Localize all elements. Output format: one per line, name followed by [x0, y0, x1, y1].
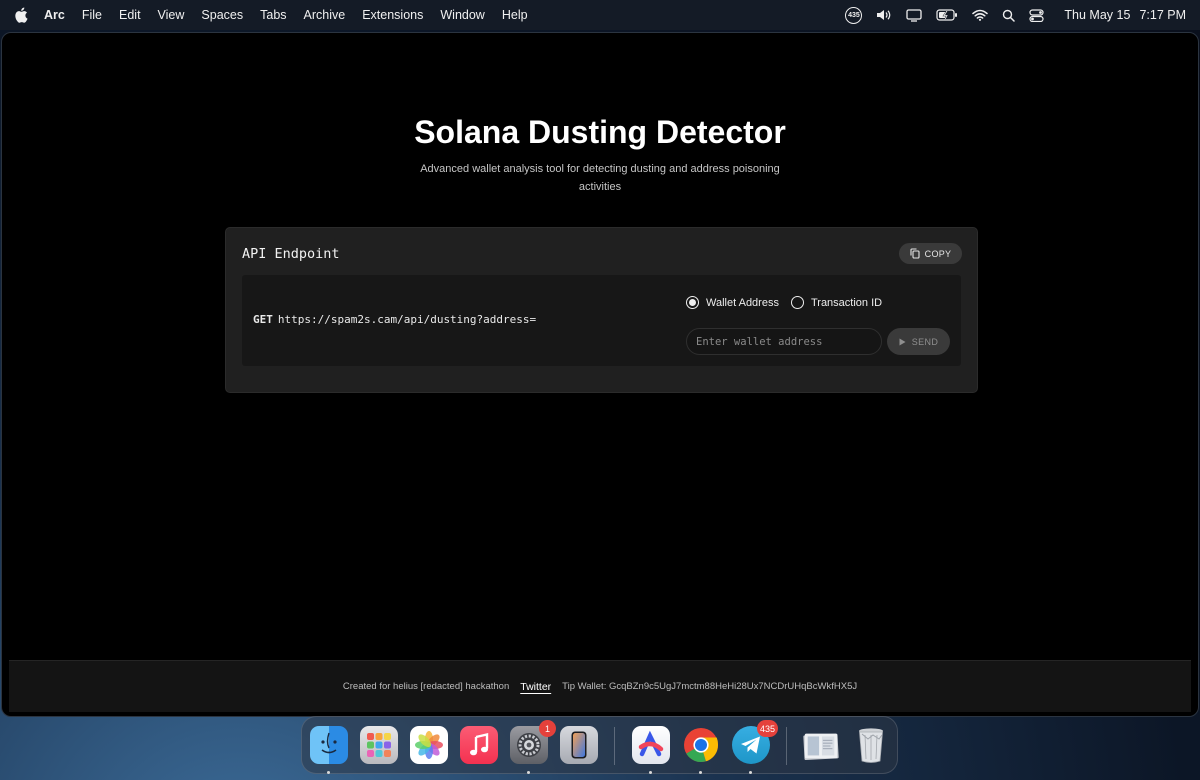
- chrome-running-dot: [699, 771, 702, 774]
- telegram-running-dot: [749, 771, 752, 774]
- copy-button-label: COPY: [924, 248, 952, 259]
- menu-app-name[interactable]: Arc: [44, 8, 65, 22]
- page-title: Solana Dusting Detector: [414, 114, 786, 150]
- footer-credit: Created for helius [redacted] hackathon: [342, 681, 510, 692]
- menu-bar-status: 435 Thu May 15 7:17 PM: [831, 6, 1200, 24]
- menu-bar: Arc File Edit View Spaces Tabs Archive E…: [0, 0, 1200, 30]
- menu-view[interactable]: View: [158, 8, 185, 22]
- menu-tabs[interactable]: Tabs: [260, 8, 286, 22]
- radio-wallet-address-label: Wallet Address: [706, 296, 779, 309]
- radio-selected-icon[interactable]: [686, 296, 699, 309]
- menu-help[interactable]: Help: [502, 8, 528, 22]
- trash-icon[interactable]: [852, 726, 890, 764]
- wifi-icon[interactable]: [972, 9, 989, 21]
- finder-icon[interactable]: [310, 726, 348, 764]
- menu-file[interactable]: File: [82, 8, 102, 22]
- notification-count-status[interactable]: 435: [845, 6, 863, 24]
- music-icon[interactable]: [460, 726, 498, 764]
- dock-separator: [786, 727, 787, 765]
- battery-icon[interactable]: [936, 9, 958, 21]
- display-icon[interactable]: [906, 8, 923, 22]
- dock: 1 435: [301, 716, 898, 774]
- menu-window[interactable]: Window: [440, 8, 484, 22]
- copy-button[interactable]: COPY: [899, 243, 962, 264]
- search-icon[interactable]: [1002, 9, 1016, 22]
- notification-count: 435: [845, 6, 863, 24]
- endpoint-url: https://spam2s.cam/api/dusting?address=: [277, 313, 537, 326]
- apple-menu-icon[interactable]: [14, 7, 28, 23]
- menu-time[interactable]: 7:17 PM: [1139, 8, 1186, 22]
- system-settings-badge: 1: [539, 720, 556, 737]
- copy-icon: [910, 248, 920, 259]
- query-type-radio-group: Wallet Address Transaction ID: [686, 296, 894, 309]
- telegram-icon[interactable]: 435: [732, 720, 778, 764]
- menu-date[interactable]: Thu May 15: [1064, 8, 1130, 22]
- menu-spaces[interactable]: Spaces: [201, 8, 243, 22]
- launchpad-icon[interactable]: [360, 726, 398, 764]
- send-button[interactable]: SEND: [887, 328, 950, 355]
- iphone-mirroring-icon[interactable]: [560, 726, 598, 764]
- chrome-icon[interactable]: [682, 726, 720, 764]
- play-icon: [899, 338, 906, 345]
- arc-running-dot: [649, 771, 652, 774]
- menu-bar-left: Arc File Edit View Spaces Tabs Archive E…: [0, 0, 545, 30]
- page-footer: Created for helius [redacted] hackathon …: [9, 660, 1191, 712]
- twitter-link[interactable]: Twitter: [520, 681, 551, 693]
- menu-archive[interactable]: Archive: [304, 8, 346, 22]
- browser-window: Solana Dusting Detector Advanced wallet …: [1, 32, 1199, 717]
- control-center-icon[interactable]: [1029, 8, 1045, 22]
- downloads-stack-icon[interactable]: [802, 726, 840, 764]
- telegram-badge: 435: [756, 720, 778, 737]
- page-content: Solana Dusting Detector Advanced wallet …: [9, 40, 1191, 660]
- arc-browser-icon[interactable]: [632, 726, 670, 764]
- footer-tip-wallet: Tip Wallet: GcqBZn9c5UgJ7mctm88HeHi28Ux7…: [562, 681, 858, 692]
- endpoint-url-line: GET https://spam2s.cam/api/dusting?addres…: [253, 313, 536, 326]
- radio-transaction-id[interactable]: Transaction ID: [790, 296, 883, 309]
- radio-unselected-icon[interactable]: [790, 296, 804, 309]
- wallet-address-input[interactable]: [686, 328, 882, 355]
- endpoint-panel: GET https://spam2s.cam/api/dusting?addres…: [242, 275, 961, 366]
- page-subtitle: Advanced wallet analysis tool for detect…: [420, 163, 780, 193]
- photos-icon[interactable]: [410, 726, 448, 764]
- radio-transaction-id-label: Transaction ID: [810, 296, 883, 309]
- menu-edit[interactable]: Edit: [119, 8, 141, 22]
- dock-separator: [614, 727, 615, 765]
- send-button-label: SEND: [911, 336, 939, 347]
- menu-extensions[interactable]: Extensions: [362, 8, 423, 22]
- system-settings-icon[interactable]: 1: [510, 720, 556, 764]
- finder-running-dot: [327, 771, 330, 774]
- system-settings-running-dot: [527, 771, 530, 774]
- http-method: GET: [253, 313, 273, 326]
- api-endpoint-card: API Endpoint COPY GET https://spam2s.cam/…: [225, 227, 978, 393]
- api-endpoint-title: API Endpoint: [242, 246, 340, 262]
- volume-icon[interactable]: [876, 9, 892, 21]
- radio-wallet-address[interactable]: Wallet Address: [686, 296, 779, 309]
